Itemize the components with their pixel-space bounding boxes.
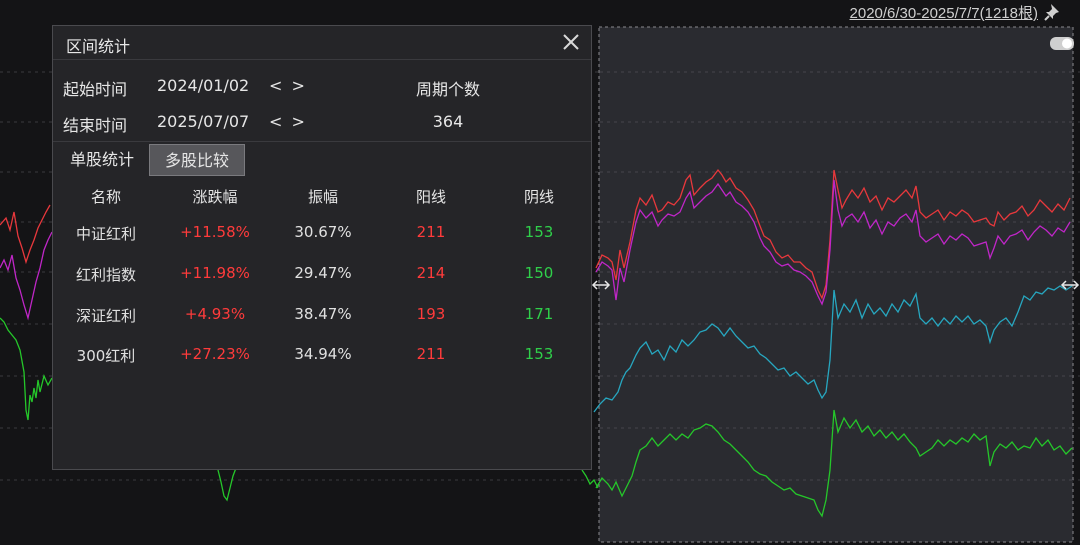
series-line-green-mid2 [581,469,599,489]
start-time-value: 2024/01/02 [157,76,250,95]
row-down-count: 150 [524,264,554,282]
date-range-label[interactable]: 2020/6/30-2025/7/7(1218根) [850,2,1038,23]
start-time-label: 起始时间 [63,80,128,99]
row-name: 中证红利 [75,225,136,243]
row-change: +11.98% [180,264,250,282]
table-row[interactable]: 300红利 +27.23% 34.94% 211 153 [53,340,591,370]
row-amplitude: 30.67% [294,223,352,241]
tab-single-stock[interactable]: 单股统计 [57,144,147,176]
row-up-count: 211 [416,223,446,241]
end-time-value: 2025/07/07 [157,112,250,131]
col-down-header: 阴线 [523,188,554,206]
end-time-row: 结束时间 2025/07/07 < > 364 [53,104,591,140]
row-down-count: 153 [524,345,554,363]
period-count-label: 周期个数 [415,80,480,99]
stats-tabs: 单股统计 多股比较 [53,141,591,177]
row-change: +11.58% [180,223,250,241]
row-amplitude: 29.47% [294,264,352,282]
table-header: 名称 涨跌幅 振幅 阳线 阴线 [53,181,591,211]
row-amplitude: 34.94% [294,345,352,363]
series-line-red-left [0,204,51,265]
table-row[interactable]: 中证红利 +11.58% 30.67% 211 153 [53,218,591,248]
col-name-header: 名称 [90,188,121,206]
start-time-row: 起始时间 2024/01/02 < > 周期个数 [53,68,591,104]
row-up-count: 214 [416,264,446,282]
toggle-icon[interactable] [1050,37,1074,50]
row-down-count: 153 [524,223,554,241]
pin-icon[interactable] [1044,3,1064,21]
panel-header: 区间统计 [53,26,591,60]
row-name: 深证红利 [75,307,136,325]
row-name: 300红利 [76,347,136,365]
row-up-count: 193 [416,305,446,323]
row-amplitude: 38.47% [294,305,352,323]
period-count-value: 364 [432,112,464,131]
start-time-nav-button[interactable]: < > [269,76,307,95]
row-change: +4.93% [184,305,246,323]
end-time-nav-button[interactable]: < > [269,112,307,131]
close-icon[interactable] [559,30,583,54]
row-change: +27.23% [180,345,250,363]
row-down-count: 171 [524,305,554,323]
series-line-green-mid [217,467,237,502]
range-stats-panel: 区间统计 起始时间 2024/01/02 < > 周期个数 结束时间 2025/… [52,25,592,470]
col-change-header: 涨跌幅 [192,188,238,206]
row-name: 红利指数 [75,266,136,284]
end-time-label: 结束时间 [63,116,128,135]
tab-multi-compare[interactable]: 多股比较 [149,144,245,176]
table-row[interactable]: 红利指数 +11.98% 29.47% 214 150 [53,259,591,289]
table-row[interactable]: 深证红利 +4.93% 38.47% 193 171 [53,300,591,330]
selected-range-region[interactable] [598,26,1074,543]
series-line-green-left [0,317,53,421]
col-amplitude-header: 振幅 [307,188,338,206]
series-line-magenta-left [0,231,53,321]
panel-title: 区间统计 [66,37,131,56]
row-up-count: 211 [416,345,446,363]
col-up-header: 阳线 [415,188,446,206]
